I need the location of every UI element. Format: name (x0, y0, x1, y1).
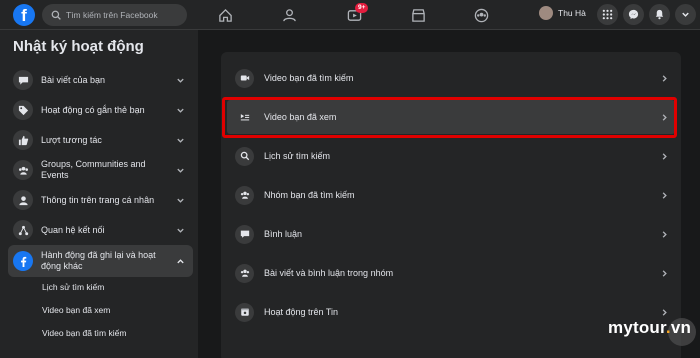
group-post-icon (235, 263, 254, 283)
sidebar-item-profile-info[interactable]: Thông tin trên trang cá nhân (8, 188, 193, 212)
chevron-down-icon (177, 198, 184, 203)
chevron-down-icon (177, 108, 184, 113)
story-icon (235, 302, 254, 322)
profile-icon (13, 190, 33, 210)
like-icon (13, 130, 33, 150)
sub-item-search-history[interactable]: Lịch sử tìm kiếm (42, 282, 104, 292)
top-navigation-bar: f 9+ Thu Hà (0, 0, 700, 30)
watch-badge: 9+ (355, 3, 369, 13)
sidebar-item-your-posts[interactable]: Bài viết của bạn (8, 68, 193, 92)
search-icon (51, 10, 61, 20)
row-videos-searched[interactable]: Video bạn đã tìm kiếm (227, 61, 675, 95)
sidebar-item-label: Hoạt động có gắn thẻ bạn (41, 104, 145, 115)
grid-menu-icon (602, 9, 613, 20)
menu-button[interactable] (597, 4, 618, 25)
messenger-button[interactable] (623, 4, 644, 25)
group-icon (235, 185, 254, 205)
chevron-right-icon (662, 191, 667, 199)
row-comments[interactable]: Bình luận (227, 217, 675, 251)
sidebar-item-label: Bài viết của bạn (41, 74, 106, 85)
chevron-right-icon (662, 152, 667, 160)
row-label: Bài viết và bình luận trong nhóm (264, 268, 394, 278)
highlight-box (222, 97, 677, 138)
profile-name: Thu Hà (558, 8, 586, 18)
search-box[interactable] (42, 4, 187, 26)
sub-item-videos-searched[interactable]: Video bạn đã tìm kiếm (42, 328, 126, 338)
watermark-tld: vn (670, 318, 692, 337)
bell-icon (655, 9, 664, 20)
row-groups-searched[interactable]: Nhóm bạn đã tìm kiếm (227, 178, 675, 212)
chevron-right-icon (662, 74, 667, 82)
chevron-down-icon (682, 12, 689, 17)
row-search-history[interactable]: Lịch sử tìm kiếm (227, 139, 675, 173)
home-icon[interactable] (216, 6, 234, 24)
watermark-brand: mytour (608, 318, 666, 337)
sidebar-item-label: Thông tin trên trang cá nhân (41, 194, 155, 205)
facebook-icon (13, 251, 33, 271)
profile-link[interactable]: Thu Hà (539, 6, 586, 20)
friends-icon[interactable] (280, 6, 298, 24)
group-icon (13, 160, 33, 180)
sidebar-item-label: Groups, Communities and Events (41, 159, 146, 180)
sidebar-item-logged-actions[interactable]: Hành động đã ghi lại và hoạt động khác (8, 245, 193, 277)
sub-item-videos-watched[interactable]: Video bạn đã xem (42, 305, 110, 315)
sidebar-item-label: Quan hệ kết nối (41, 224, 105, 235)
chevron-right-icon (662, 308, 667, 316)
notifications-button[interactable] (649, 4, 670, 25)
messenger-icon (628, 9, 639, 20)
facebook-logo[interactable]: f (13, 4, 35, 26)
chevron-right-icon (662, 269, 667, 277)
sidebar-item-label: Lượt tương tác (41, 134, 102, 145)
avatar (539, 6, 553, 20)
row-label: Hoạt động trên Tin (264, 307, 339, 317)
row-label: Bình luận (264, 229, 303, 239)
activity-log-sidebar: Nhật ký hoạt động Bài viết của bạn Hoạt … (0, 30, 198, 358)
chevron-down-icon (177, 228, 184, 233)
search-icon (235, 146, 254, 166)
row-label: Video bạn đã tìm kiếm (264, 73, 354, 83)
row-label: Lịch sử tìm kiếm (264, 151, 331, 161)
sidebar-item-label: Hành động đã ghi lại và hoạt động khác (41, 250, 156, 271)
chat-icon (13, 70, 33, 90)
search-input[interactable] (66, 10, 181, 20)
sidebar-item-groups-communities-events[interactable]: Groups, Communities and Events (8, 156, 193, 184)
groups-icon[interactable] (472, 6, 490, 24)
row-group-posts-comments[interactable]: Bài viết và bình luận trong nhóm (227, 256, 675, 290)
chevron-down-icon (177, 168, 184, 173)
marketplace-icon[interactable] (409, 6, 427, 24)
chevron-down-icon (177, 138, 184, 143)
sidebar-item-interactions[interactable]: Lượt tương tác (8, 128, 193, 152)
chevron-right-icon (662, 230, 667, 238)
chevron-up-icon (177, 258, 184, 263)
row-label: Nhóm bạn đã tìm kiếm (264, 190, 355, 200)
main-content: Video bạn đã tìm kiếm Video bạn đã xem L… (198, 30, 700, 358)
chevron-down-icon (177, 78, 184, 83)
connections-icon (13, 220, 33, 240)
comment-icon (235, 224, 254, 244)
watermark-logo: mytour.vn (608, 318, 691, 338)
watch-icon[interactable]: 9+ (345, 3, 369, 24)
tag-icon (13, 100, 33, 120)
sidebar-item-tagged-activity[interactable]: Hoạt động có gắn thẻ bạn (8, 98, 193, 122)
account-button[interactable] (675, 4, 696, 25)
sidebar-item-connections[interactable]: Quan hệ kết nối (8, 218, 193, 242)
video-camera-icon (235, 68, 254, 88)
sidebar-title: Nhật ký hoạt động (13, 38, 144, 55)
